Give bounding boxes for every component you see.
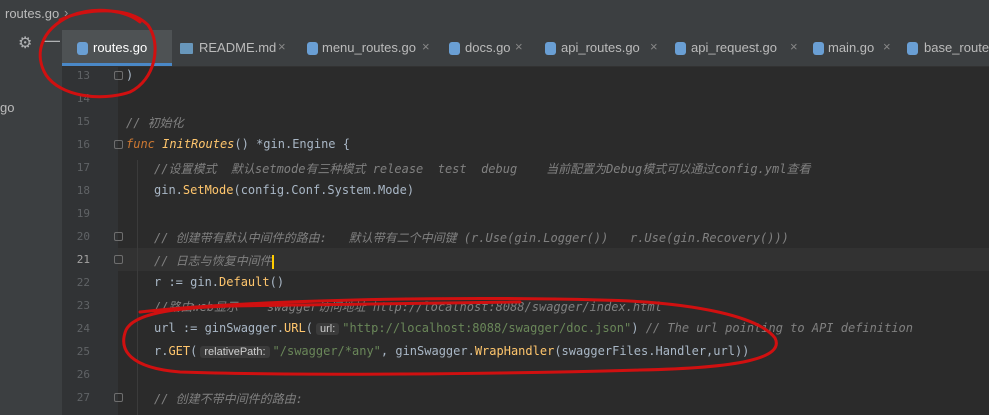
line-number: 24 [76, 322, 90, 335]
tab-routes-go[interactable]: routes.go [62, 30, 172, 66]
code-line-18[interactable]: gin.SetMode(config.Conf.System.Mode) [154, 183, 414, 197]
line-number: 23 [76, 299, 90, 312]
code-line-24[interactable]: url := ginSwagger.URL(url: "http://localh… [154, 321, 913, 335]
tab-label: docs.go [465, 40, 511, 55]
collapse-icon[interactable]: — [42, 30, 60, 51]
parameter-hint: url: [315, 323, 340, 335]
code-line-25[interactable]: r.GET(relativePath: "/swagger/*any", ginS… [154, 344, 749, 358]
line-number: 27 [76, 391, 90, 404]
editor-tab-bar: routes.go README.md × menu_routes.go × d… [62, 30, 989, 67]
line-number: 19 [76, 207, 90, 220]
code-line-13[interactable]: ) [126, 68, 133, 82]
tab-base-route[interactable]: base_route [906, 30, 989, 66]
close-icon[interactable]: × [278, 39, 286, 54]
tab-label: menu_routes.go [322, 40, 416, 55]
code-line-15[interactable]: // 初始化 [126, 114, 184, 131]
go-file-icon [449, 42, 460, 55]
line-number: 22 [76, 276, 90, 289]
line-number: 14 [76, 92, 90, 105]
line-number: 13 [76, 69, 90, 82]
line-number: 26 [76, 368, 90, 381]
code-line-20[interactable]: // 创建带有默认中间件的路由: 默认带有二个中间键 (r.Use(gin.Lo… [154, 229, 789, 246]
close-icon[interactable]: × [650, 39, 658, 54]
breadcrumb-file[interactable]: routes.go [5, 6, 59, 21]
gear-icon[interactable]: ⚙ [18, 33, 32, 53]
close-icon[interactable]: × [515, 39, 523, 54]
project-tree-fragment[interactable]: go [0, 100, 14, 115]
project-panel-strip: ⚙ — go [0, 30, 63, 415]
tab-label: api_routes.go [561, 40, 640, 55]
fold-marker-icon[interactable] [114, 232, 123, 241]
tab-label: api_request.go [691, 40, 778, 55]
go-file-icon [907, 42, 918, 55]
tab-label: README.md [199, 40, 277, 55]
fold-marker-icon[interactable] [114, 71, 123, 80]
code-line-16[interactable]: func InitRoutes() *gin.Engine { [126, 137, 350, 151]
tab-api-routes-go[interactable]: api_routes.go × [544, 30, 664, 66]
chevron-right-icon: › [64, 5, 69, 20]
code-line-23[interactable]: //路由web显示 swagger访问地址 http://localhost:8… [154, 298, 662, 315]
text-caret [271, 254, 274, 269]
code-line-17[interactable]: //设置模式 默认setmode有三种模式 release test debug… [154, 160, 810, 177]
line-number: 18 [76, 184, 90, 197]
go-file-icon [813, 42, 824, 55]
tab-main-go[interactable]: main.go × [812, 30, 898, 66]
markdown-file-icon [180, 43, 193, 54]
line-number: 17 [76, 161, 90, 174]
close-icon[interactable]: × [883, 39, 891, 54]
go-file-icon [307, 42, 318, 55]
fold-marker-icon[interactable] [114, 255, 123, 264]
close-icon[interactable]: × [790, 39, 798, 54]
tab-docs-go[interactable]: docs.go × [448, 30, 528, 66]
tab-label: main.go [828, 40, 875, 55]
code-line-22[interactable]: r := gin.Default() [154, 275, 284, 289]
parameter-hint: relativePath: [200, 346, 270, 358]
code-line-27[interactable]: // 创建不带中间件的路由: [154, 390, 303, 407]
line-number-current: 21 [76, 253, 90, 266]
go-file-icon [77, 42, 88, 55]
breadcrumb: routes.go › [0, 0, 989, 30]
tab-menu-routes-go[interactable]: menu_routes.go × [306, 30, 436, 66]
close-icon[interactable]: × [422, 39, 430, 54]
line-number: 25 [76, 345, 90, 358]
go-file-icon [545, 42, 556, 55]
tab-api-request-go[interactable]: api_request.go × [674, 30, 804, 66]
fold-marker-icon[interactable] [114, 140, 123, 149]
go-file-icon [675, 42, 686, 55]
code-line-21[interactable]: // 日志与恢复中间件 [154, 252, 274, 269]
tab-label: routes.go [93, 40, 148, 55]
tab-label: base_route [924, 40, 989, 55]
tab-readme-md[interactable]: README.md × [178, 30, 298, 66]
line-number: 15 [76, 115, 90, 128]
line-number: 16 [76, 138, 90, 151]
line-number: 20 [76, 230, 90, 243]
indent-guide [137, 160, 138, 415]
fold-marker-icon[interactable] [114, 393, 123, 402]
